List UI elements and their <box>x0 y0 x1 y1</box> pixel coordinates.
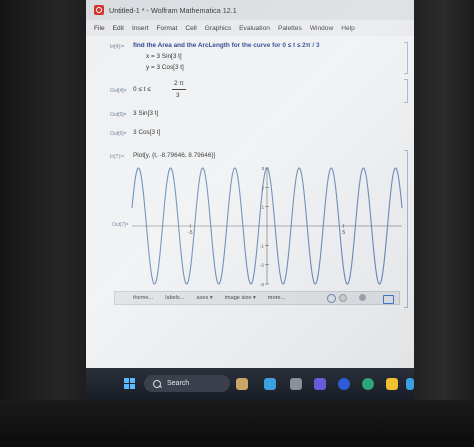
browser-icon[interactable] <box>338 378 350 390</box>
windows-taskbar: Search <box>86 368 414 400</box>
cell-bracket[interactable] <box>404 79 408 103</box>
zoom-icon[interactable] <box>327 294 336 303</box>
y-tick-label: -3 <box>260 282 265 287</box>
file-explorer-icon[interactable] <box>386 378 398 390</box>
teams-icon[interactable] <box>314 378 326 390</box>
settings-icon[interactable] <box>359 294 366 301</box>
menu-file[interactable]: File <box>94 25 105 32</box>
colorful-app-icon[interactable] <box>264 378 276 390</box>
input-cell-label: In[4]:= <box>110 44 125 50</box>
monitor-bezel-right <box>414 0 474 447</box>
menu-evaluation[interactable]: Evaluation <box>239 25 270 32</box>
y-tick-label: -2 <box>260 263 265 268</box>
menu-palettes[interactable]: Palettes <box>278 25 302 32</box>
monitor-screen: Untitled-1 * - Wolfram Mathematica 12.1 … <box>86 0 414 368</box>
windows-start-icon[interactable] <box>124 378 136 390</box>
plot-input-text[interactable]: Plot[y, {t, -8.79646, 8.79646}] <box>133 152 215 159</box>
menu-cell[interactable]: Cell <box>185 25 196 32</box>
mathematica-app-icon <box>94 5 104 15</box>
more-button[interactable]: more... <box>268 295 285 301</box>
y-tick-label: 2 <box>261 185 264 190</box>
menu-graphics[interactable]: Graphics <box>205 25 231 32</box>
theme-button[interactable]: theme... <box>133 295 153 301</box>
output-fraction-denominator: 3 <box>176 92 180 99</box>
y-tick-label: 1 <box>261 205 264 210</box>
input-cell-text[interactable]: find the Area and the ArcLength for the … <box>133 42 320 49</box>
output-cell-label: Out[4]= <box>110 88 127 94</box>
y-tick-label: 3 <box>261 166 264 171</box>
cell-bracket[interactable] <box>404 42 408 74</box>
feedback-icon[interactable] <box>383 295 394 304</box>
y-tick-label: -1 <box>260 243 265 248</box>
edge-icon[interactable] <box>362 378 374 390</box>
output-cell-label: Out[5]= <box>110 112 127 118</box>
widgets-icon[interactable] <box>236 378 248 390</box>
taskbar-search-box[interactable]: Search <box>144 375 230 392</box>
desk-surface <box>0 400 474 447</box>
task-view-icon[interactable] <box>290 378 302 390</box>
menu-window[interactable]: Window <box>310 25 333 32</box>
plot-suggestions-bar: theme... labels... axes ▾ image size ▾ m… <box>114 291 400 305</box>
output-fraction-numerator: 2 π <box>174 80 184 87</box>
search-label: Search <box>167 380 190 387</box>
output-cell-label: Out[6]= <box>110 131 127 137</box>
axes-dropdown[interactable]: axes ▾ <box>197 295 213 301</box>
menu-insert[interactable]: Insert <box>132 25 149 32</box>
input-cell-y[interactable]: y = 3 Cos[3 t] <box>146 64 184 71</box>
store-icon[interactable] <box>406 378 414 390</box>
output-cell-inequality: 0 ≤ t ≤ <box>133 86 151 93</box>
input-cell-x[interactable]: x = 3 Sin[3 t] <box>146 53 182 60</box>
plot-graphic[interactable]: -5 5 3 2 1 -1 -2 -3 <box>126 162 406 290</box>
fraction-bar <box>172 89 186 90</box>
menu-edit[interactable]: Edit <box>113 25 124 32</box>
output-cell-text: 3 Cos[3 t] <box>133 129 161 136</box>
image-size-dropdown[interactable]: image size ▾ <box>225 295 256 301</box>
output-cell-text: 3 Sin[3 t] <box>133 110 159 117</box>
close-suggestions-icon[interactable] <box>339 294 347 302</box>
search-icon <box>153 379 161 388</box>
labels-button[interactable]: labels... <box>165 295 184 301</box>
menu-help[interactable]: Help <box>341 25 355 32</box>
window-titlebar: Untitled-1 * - Wolfram Mathematica 12.1 <box>86 0 414 20</box>
window-title: Untitled-1 * - Wolfram Mathematica 12.1 <box>109 5 237 15</box>
input-cell-label: In[7]:= <box>110 154 125 160</box>
monitor-bezel-left <box>0 0 86 447</box>
x-tick-label: -5 <box>188 230 193 236</box>
menu-bar: File Edit Insert Format Cell Graphics Ev… <box>86 20 414 36</box>
menu-format[interactable]: Format <box>157 25 178 32</box>
x-tick-label: 5 <box>342 230 345 236</box>
notebook-area[interactable]: In[4]:= find the Area and the ArcLength … <box>86 36 414 368</box>
